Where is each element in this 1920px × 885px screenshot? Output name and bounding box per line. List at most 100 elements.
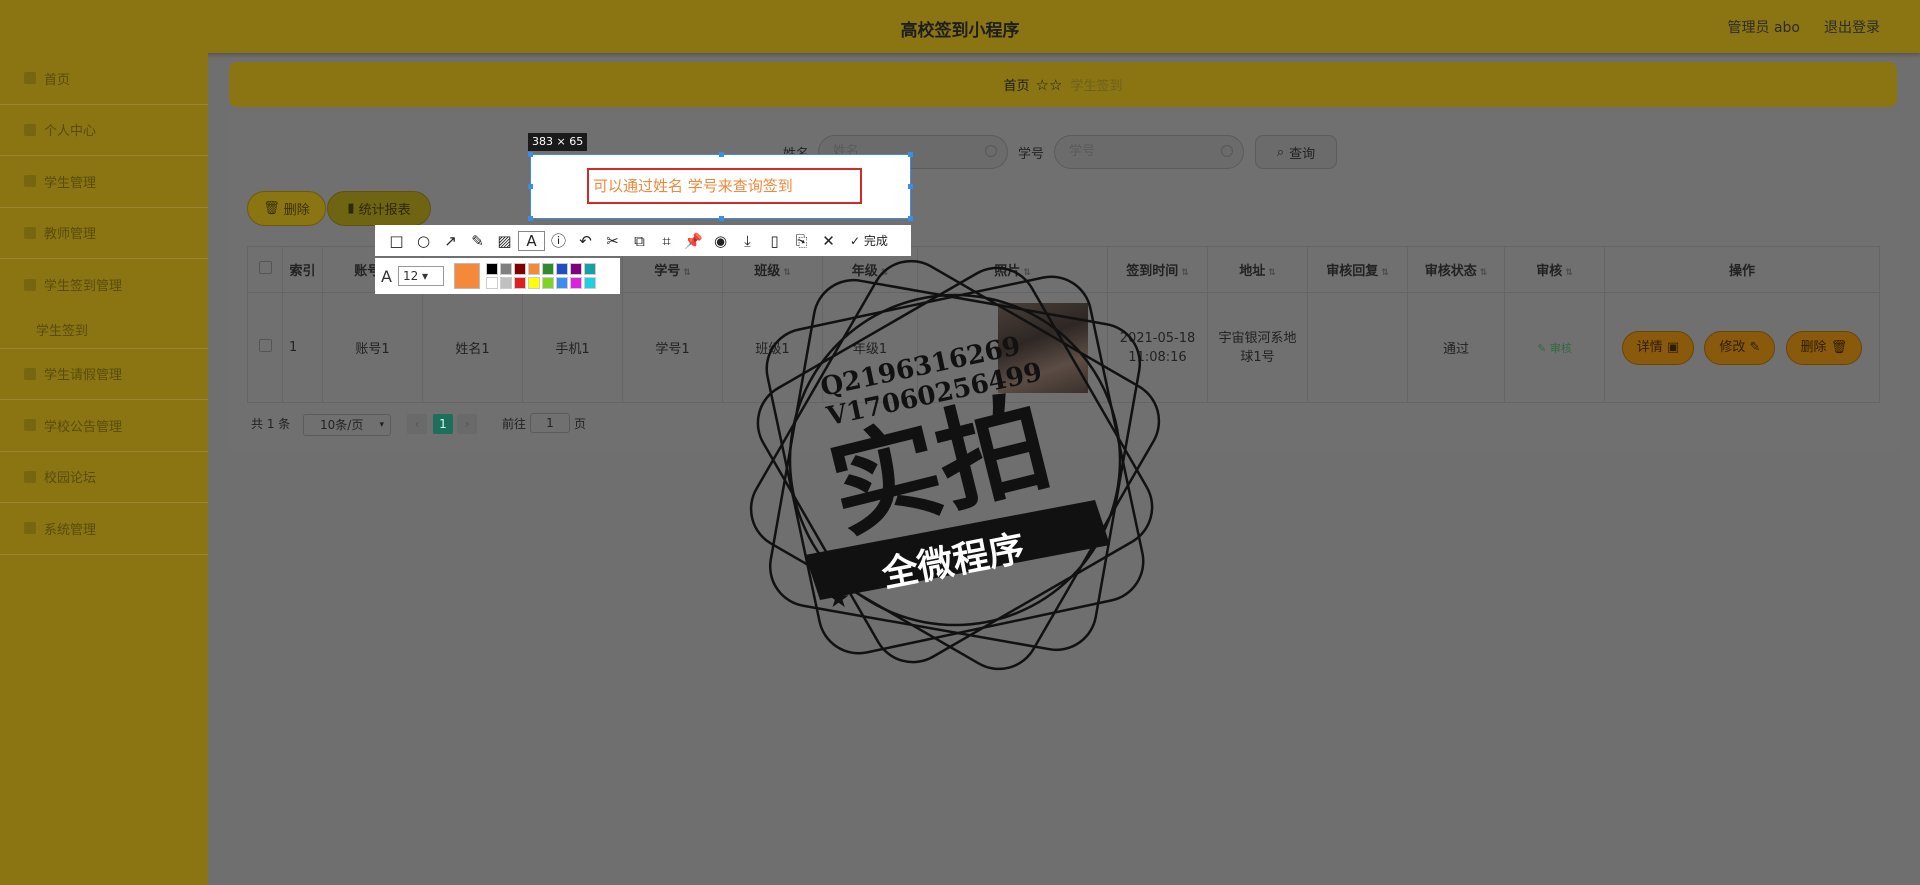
color-swatch[interactable] [499, 277, 512, 289]
goto-page-input[interactable]: 1 [530, 413, 570, 433]
col-status[interactable]: 审核状态 ⇅ [1407, 246, 1505, 293]
color-swatch[interactable] [569, 277, 582, 289]
selection-size-label: 383 × 65 [528, 133, 588, 151]
resize-handle[interactable] [908, 184, 913, 189]
done-button[interactable]: ✓ 完成 [850, 232, 888, 249]
color-swatch[interactable] [555, 263, 568, 275]
sidebar-subitem-signin[interactable]: 学生签到 [0, 311, 208, 349]
rectangle-icon[interactable]: □ [383, 232, 410, 250]
resize-handle[interactable] [528, 152, 533, 157]
col-index: 索引 [282, 246, 323, 293]
forum-icon [24, 470, 36, 483]
stats-report-button[interactable]: ▮ 统计报表 [327, 191, 431, 226]
pin-icon[interactable]: 📌 [680, 232, 707, 250]
ocr-icon[interactable]: ⧉ [626, 232, 653, 250]
sidebar-item-label: 学生签到 [36, 323, 89, 339]
color-swatch[interactable] [583, 263, 596, 275]
sidebar-item-label: 首页 [44, 72, 71, 88]
current-color-swatch[interactable] [453, 263, 480, 289]
bookmark-icon[interactable]: ⎘ [788, 232, 815, 250]
color-swatch[interactable] [485, 277, 498, 289]
no-search-input[interactable]: 学号 [1054, 135, 1244, 169]
color-swatch[interactable] [513, 263, 526, 275]
bar-chart-icon: ▮ [347, 201, 355, 216]
page-size-select[interactable]: 10条/页 ▾ [303, 414, 391, 436]
color-swatch[interactable] [513, 277, 526, 289]
prev-page-button[interactable]: ‹ [407, 414, 427, 434]
page-number[interactable]: 1 [433, 414, 453, 434]
color-swatch[interactable] [527, 277, 540, 289]
checkbox[interactable] [258, 339, 272, 352]
delete-button[interactable]: 删除 🗑 [1785, 330, 1863, 365]
mosaic-icon[interactable]: ▨ [491, 232, 518, 250]
cell-address: 宇宙银河系地球1号 [1207, 292, 1308, 403]
col-reply[interactable]: 审核回复 ⇅ [1307, 246, 1408, 293]
col-audit[interactable]: 审核 ⇅ [1504, 246, 1605, 293]
batch-delete-button[interactable]: 🗑 删除 [247, 191, 326, 226]
resize-handle[interactable] [719, 216, 724, 221]
search-icon [1221, 145, 1233, 157]
pen-icon[interactable]: ✎ [464, 232, 491, 250]
sidebar-item-label: 个人中心 [44, 124, 97, 140]
sidebar-item-label: 校园论坛 [44, 471, 97, 487]
col-address[interactable]: 地址 ⇅ [1207, 246, 1308, 293]
next-page-button[interactable]: › [457, 414, 477, 434]
col-ops: 操作 [1604, 246, 1880, 293]
record-icon[interactable]: ◉ [707, 232, 734, 250]
resize-handle[interactable] [528, 216, 533, 221]
color-swatch[interactable] [541, 263, 554, 275]
translate-icon[interactable]: ⌗ [653, 232, 680, 250]
detail-button[interactable]: 详情 ▣ [1621, 330, 1695, 365]
download-icon[interactable]: ⤓ [734, 232, 761, 250]
font-size-select[interactable]: 12 ▾ [397, 266, 444, 286]
color-swatch[interactable] [485, 263, 498, 275]
sidebar-item-system[interactable]: 系统管理 [0, 503, 208, 555]
sidebar-item-notice[interactable]: 学校公告管理 [0, 400, 208, 452]
leave-icon [24, 367, 36, 380]
color-swatch[interactable] [541, 277, 554, 289]
goto-label: 前往 [502, 417, 527, 431]
sidebar-item-leave[interactable]: 学生请假管理 [0, 349, 208, 400]
arrow-icon[interactable]: ↗ [437, 232, 464, 250]
students-icon [24, 175, 36, 188]
resize-handle[interactable] [908, 216, 913, 221]
row-checkbox[interactable] [247, 292, 283, 403]
query-button[interactable]: ⌕ 查询 [1255, 135, 1337, 169]
color-swatch[interactable] [569, 263, 582, 275]
logout-link[interactable]: 退出登录 [1824, 17, 1880, 37]
watermark-stamp: Q2196316269 V17060256499 实拍 全微程序 ★ ★ [749, 259, 1161, 671]
scissors-icon[interactable]: ✂ [599, 232, 626, 250]
breadcrumb: 首页 ☆☆ 学生签到 [229, 62, 1897, 107]
resize-handle[interactable] [908, 152, 913, 157]
resize-handle[interactable] [719, 152, 724, 157]
search-icon: ⌕ [1276, 144, 1285, 160]
sidebar-item-profile[interactable]: 个人中心 [0, 105, 208, 156]
top-header: 高校签到小程序 管理员 abo 退出登录 [0, 0, 1920, 53]
ellipse-icon[interactable]: ○ [410, 232, 437, 250]
color-swatch[interactable] [555, 277, 568, 289]
audit-link[interactable]: ✎ 审核 [1537, 342, 1572, 355]
sidebar-item-signin-mgmt[interactable]: 学生签到管理 [0, 259, 208, 311]
color-swatch[interactable] [499, 263, 512, 275]
annotation-text-box[interactable]: 可以通过姓名 学号来查询签到 [587, 168, 862, 204]
search-icon [985, 145, 997, 157]
resize-handle[interactable] [528, 184, 533, 189]
checkbox[interactable] [258, 261, 272, 274]
text-icon[interactable]: A [518, 230, 545, 251]
number-icon[interactable]: ⓘ [545, 230, 572, 251]
color-swatch[interactable] [527, 263, 540, 275]
font-icon: A [381, 266, 392, 286]
teacher-icon [24, 226, 36, 239]
close-icon[interactable]: ✕ [815, 232, 842, 250]
header-checkbox[interactable] [247, 246, 283, 293]
breadcrumb-home[interactable]: 首页 [1004, 75, 1030, 94]
edit-button[interactable]: 修改 ✎ [1704, 330, 1776, 365]
sidebar-item-teachers[interactable]: 教师管理 [0, 208, 208, 259]
phone-icon[interactable]: ▯ [761, 232, 788, 250]
undo-icon[interactable]: ↶ [572, 232, 599, 250]
sidebar-item-home[interactable]: 首页 [0, 53, 208, 105]
sidebar-item-students[interactable]: 学生管理 [0, 156, 208, 208]
cell-phone: 手机1 [522, 292, 623, 403]
sidebar-item-forum[interactable]: 校园论坛 [0, 452, 208, 503]
color-swatch[interactable] [583, 277, 596, 289]
